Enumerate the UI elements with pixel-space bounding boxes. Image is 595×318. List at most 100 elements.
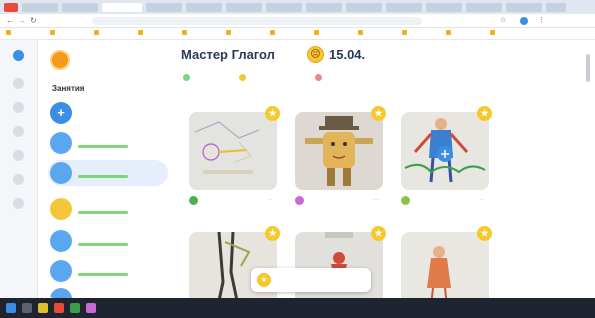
- sad-face-icon: ☹: [307, 46, 324, 63]
- progress-bar: [78, 211, 128, 214]
- more-icon[interactable]: ···: [479, 197, 485, 203]
- filter-chip[interactable]: [315, 72, 326, 83]
- browser-tab[interactable]: [62, 3, 98, 12]
- browser-icon[interactable]: [54, 303, 64, 313]
- browser-tab[interactable]: [266, 3, 302, 12]
- artwork-image[interactable]: [295, 112, 383, 190]
- star-icon[interactable]: ★: [265, 226, 280, 241]
- rail-icon[interactable]: [13, 102, 24, 113]
- progress-bar: [78, 243, 128, 246]
- star-icon[interactable]: ★: [371, 106, 386, 121]
- artwork-image[interactable]: [401, 112, 489, 190]
- url-field[interactable]: [92, 17, 422, 25]
- rail-icon[interactable]: [13, 126, 24, 137]
- start-icon[interactable]: [6, 303, 16, 313]
- avatar[interactable]: [50, 50, 70, 70]
- star-icon[interactable]: ★: [477, 226, 492, 241]
- notification-toast[interactable]: ★: [251, 268, 371, 292]
- more-icon[interactable]: ···: [373, 197, 379, 203]
- lesson-avatar: [50, 230, 72, 252]
- browser-tab[interactable]: [4, 3, 18, 12]
- author-avatar: [401, 196, 410, 205]
- star-icon[interactable]: ★: [477, 106, 492, 121]
- drawing-image: [295, 112, 383, 190]
- lesson-avatar: [50, 288, 72, 298]
- sidebar: Занятия +: [38, 40, 173, 298]
- lesson-avatar: [50, 260, 72, 282]
- card-author: ···: [401, 194, 491, 210]
- author-avatar: [189, 196, 198, 205]
- sidebar-item[interactable]: [48, 228, 168, 254]
- bookmark[interactable]: [50, 30, 57, 37]
- search-icon[interactable]: [22, 303, 32, 313]
- browser-tab[interactable]: [426, 3, 462, 12]
- browser-tab[interactable]: [146, 3, 182, 12]
- bookmark[interactable]: [6, 30, 13, 37]
- author-avatar: [295, 196, 304, 205]
- browser-tab[interactable]: [186, 3, 222, 12]
- bookmark[interactable]: [402, 30, 409, 37]
- address-bar: ← → ↻ ☆ ⋮: [0, 14, 595, 28]
- browser-tab[interactable]: [226, 3, 262, 12]
- browser-tab[interactable]: [22, 3, 58, 12]
- section-title: Занятия: [52, 84, 85, 93]
- new-lesson-button[interactable]: +: [48, 100, 168, 126]
- bookmark[interactable]: [314, 30, 321, 37]
- browser-tab[interactable]: [386, 3, 422, 12]
- sidebar-item[interactable]: [48, 196, 168, 222]
- drawing-image: [189, 112, 277, 190]
- rail-icon[interactable]: [13, 174, 24, 185]
- browser-tab[interactable]: [306, 3, 342, 12]
- filter-dot: [315, 74, 322, 81]
- plus-icon: +: [50, 102, 72, 124]
- sidebar-item[interactable]: [48, 286, 168, 298]
- sidebar-item[interactable]: [48, 130, 168, 156]
- profile-icon[interactable]: [520, 17, 528, 25]
- page-title: Мастер Глагол: [181, 47, 275, 62]
- sidebar-item[interactable]: [48, 258, 168, 284]
- folder-icon[interactable]: [38, 303, 48, 313]
- menu-icon[interactable]: ⋮: [538, 16, 545, 24]
- bookmark[interactable]: [138, 30, 145, 37]
- bookmark[interactable]: [226, 30, 233, 37]
- card-author: ···: [295, 194, 385, 210]
- bookmark[interactable]: [490, 30, 497, 37]
- filter-chip[interactable]: [239, 72, 250, 83]
- reload-icon[interactable]: ↻: [30, 16, 37, 25]
- bookmark[interactable]: [358, 30, 365, 37]
- filter-chip[interactable]: [183, 72, 194, 83]
- progress-bar: [78, 273, 128, 276]
- app-icon[interactable]: [70, 303, 80, 313]
- browser-tab-strip: [0, 0, 595, 14]
- rail-icon[interactable]: [13, 78, 24, 89]
- lesson-avatar: [50, 132, 72, 154]
- back-icon[interactable]: ←: [6, 16, 14, 25]
- bookmark[interactable]: [270, 30, 277, 37]
- star-icon: ★: [257, 273, 271, 287]
- bookmark[interactable]: [182, 30, 189, 37]
- progress-bar: [78, 175, 128, 178]
- lesson-avatar: [50, 198, 72, 220]
- star-icon[interactable]: ★: [265, 106, 280, 121]
- browser-tab[interactable]: [506, 3, 542, 12]
- browser-tab[interactable]: [546, 3, 566, 12]
- scrollbar[interactable]: [586, 54, 590, 82]
- browser-tab-active[interactable]: [102, 3, 142, 12]
- browser-tab[interactable]: [466, 3, 502, 12]
- os-taskbar: [0, 298, 595, 318]
- filter-dot: [183, 74, 190, 81]
- app-icon[interactable]: [86, 303, 96, 313]
- browser-tab[interactable]: [346, 3, 382, 12]
- filter-dot: [239, 74, 246, 81]
- rail-icon[interactable]: [13, 150, 24, 161]
- forward-icon[interactable]: →: [18, 16, 26, 25]
- more-icon[interactable]: ···: [267, 197, 273, 203]
- home-icon[interactable]: [13, 50, 24, 61]
- bookmark[interactable]: [446, 30, 453, 37]
- extensions-icon[interactable]: ☆: [500, 16, 506, 24]
- sidebar-item-active[interactable]: [48, 160, 168, 186]
- star-icon[interactable]: ★: [371, 226, 386, 241]
- rail-icon[interactable]: [13, 198, 24, 209]
- bookmark[interactable]: [94, 30, 101, 37]
- artwork-image[interactable]: [189, 112, 277, 190]
